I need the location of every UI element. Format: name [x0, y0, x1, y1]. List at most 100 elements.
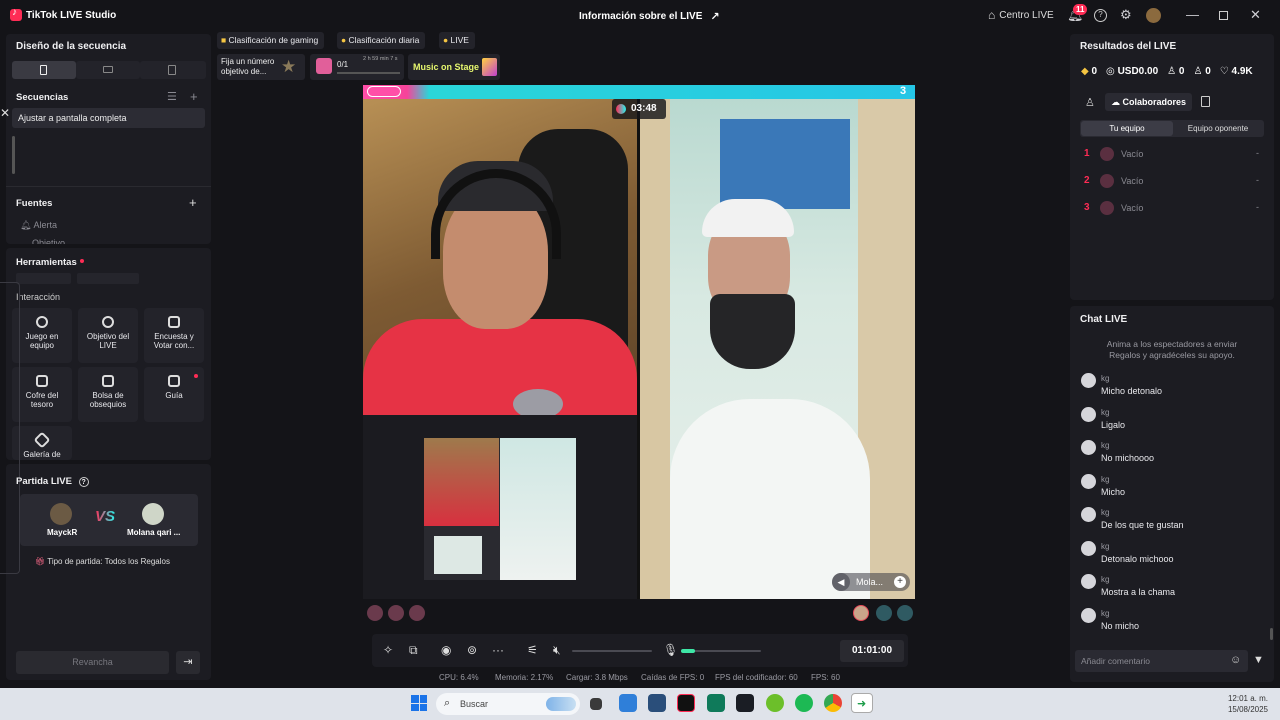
microphone-icon[interactable]: 🎙︎	[663, 643, 678, 657]
photos-icon[interactable]	[619, 694, 637, 712]
chat-message[interactable]: kg De los que te gustan	[1081, 506, 1261, 536]
portrait-icon	[40, 65, 47, 75]
supporter-slot[interactable]	[409, 605, 425, 621]
encoder-fps-stat: FPS del codificador: 60	[715, 673, 798, 682]
team-game-tool[interactable]: Juego en equipo	[12, 308, 72, 363]
spotify-icon[interactable]	[795, 694, 813, 712]
supporter-slot[interactable]	[897, 605, 913, 621]
add-source-icon[interactable]: +	[189, 195, 197, 210]
help-icon[interactable]: ?	[78, 477, 89, 487]
split-layout-button[interactable]	[140, 61, 206, 79]
live-preview[interactable]: 3 Mola... + ◀ 03:48	[363, 85, 915, 599]
chat-scrollbar[interactable]	[1270, 628, 1273, 640]
supporter-slot[interactable]	[388, 605, 404, 621]
gallery-tool[interactable]: Galería de	[12, 426, 72, 460]
chat-message[interactable]: kg No micho	[1081, 607, 1261, 637]
tab-my-team[interactable]: Tu equipo	[1081, 121, 1173, 136]
supporter-slot[interactable]	[367, 605, 383, 621]
opponent-label: Mola...	[856, 577, 884, 587]
speaker-muted-icon[interactable]: 🔇︎	[553, 643, 561, 658]
filter-icon[interactable]: ▼	[1253, 654, 1264, 666]
collaborators-tab[interactable]: ☁ Colaboradores	[1105, 93, 1193, 111]
add-icon[interactable]: +	[894, 576, 906, 588]
vs-label: VS	[95, 508, 115, 525]
supporter-avatar[interactable]	[853, 605, 869, 621]
emoji-icon[interactable]: ☺	[1230, 654, 1241, 666]
clock[interactable]: 12:01 a. m. 15/08/2025	[1210, 693, 1268, 715]
daily-rank-tag[interactable]: ● Clasificación diaria	[337, 32, 426, 49]
user-plus-icon: ♙	[1193, 66, 1203, 77]
guide-tool[interactable]: Guía	[144, 367, 204, 422]
active-app-icon[interactable]: ➜	[851, 693, 873, 713]
steam-icon[interactable]	[736, 694, 754, 712]
gift-bag-tool[interactable]: Bolsa de obsequios	[78, 367, 138, 422]
chat-username: kg	[1101, 541, 1110, 551]
chat-message[interactable]: kg Micho detonalo	[1081, 372, 1261, 402]
team-slot-row[interactable]: 3 Vacío -	[1080, 201, 1264, 217]
goal-text: Fija un número	[221, 57, 275, 66]
gaming-rank-tag[interactable]: ■ Clasificación de gaming	[217, 32, 325, 49]
document-icon[interactable]	[1201, 96, 1210, 107]
speaker-volume-slider[interactable]	[572, 650, 652, 652]
team-slot-row[interactable]: 1 Vacío -	[1080, 147, 1264, 163]
avatar[interactable]	[1146, 8, 1161, 23]
tiktok-icon[interactable]	[677, 694, 695, 712]
goal-widget[interactable]: Fija un número objetivo de... ★	[217, 54, 305, 80]
taskbar-search[interactable]: ⌕ Buscar	[436, 693, 580, 715]
people-icon[interactable]: ♙	[1085, 96, 1095, 109]
mic-volume-slider[interactable]	[681, 649, 761, 653]
volume-icon[interactable]: ◀	[832, 573, 850, 591]
target-icon	[102, 316, 114, 328]
daily-rank-label: Clasificación diaria	[348, 35, 420, 45]
exit-match-icon[interactable]: ⇥	[176, 651, 200, 674]
team-slot-row[interactable]: 2 Vacío -	[1080, 174, 1264, 190]
task-view-icon[interactable]	[590, 698, 602, 710]
maximize-icon[interactable]	[1219, 11, 1228, 20]
centro-live-button[interactable]: ⌂ Centro LIVE	[988, 8, 1054, 22]
chat-message[interactable]: kg Micho	[1081, 473, 1261, 503]
poll-tool[interactable]: Encuesta y Votar con...	[144, 308, 204, 363]
windows-start-icon[interactable]	[411, 695, 427, 711]
gear-icon[interactable]: ⚙	[1120, 8, 1132, 22]
app-icon[interactable]	[766, 694, 784, 712]
live-tag[interactable]: ● LIVE	[439, 32, 475, 49]
tool-label: Guía	[165, 391, 183, 400]
chat-message[interactable]: kg Ligalo	[1081, 406, 1261, 436]
list-icon[interactable]: ☰	[167, 90, 177, 103]
live-goal-tool[interactable]: Objetivo del LIVE	[78, 308, 138, 363]
magic-wand-icon[interactable]: ✧	[383, 643, 393, 657]
rematch-button[interactable]: Revancha	[16, 651, 169, 674]
chat-message[interactable]: kg Mostra a la chama	[1081, 573, 1261, 603]
help-icon[interactable]: ?	[1094, 9, 1107, 22]
centro-live-label: Centro LIVE	[999, 9, 1054, 21]
close-overlay-icon[interactable]: ✕	[0, 106, 10, 120]
likes-stat: ♡ 4.9K	[1220, 66, 1253, 77]
sequence-item[interactable]: Ajustar a pantalla completa	[12, 108, 205, 128]
record-icon[interactable]: ◉	[441, 643, 451, 657]
chrome-icon[interactable]	[824, 694, 842, 712]
source-item-alert[interactable]: 🔔︎ Alerta	[20, 220, 57, 231]
minimize-icon[interactable]: —	[1186, 8, 1199, 22]
tab-opponent-team[interactable]: Equipo oponente	[1173, 121, 1263, 136]
portrait-layout-button[interactable]	[12, 61, 76, 79]
supporter-slot[interactable]	[876, 605, 892, 621]
file-explorer-icon[interactable]	[648, 694, 666, 712]
more-icon[interactable]: ···	[492, 643, 504, 657]
music-on-stage-button[interactable]: Music on Stage	[408, 54, 500, 80]
camera-switch-icon[interactable]: ⊚	[467, 643, 477, 657]
add-sequence-icon[interactable]: +	[190, 89, 198, 104]
scrollbar[interactable]	[12, 136, 15, 174]
treasure-chest-tool[interactable]: Cofre del tesoro	[12, 367, 72, 422]
live-info-button[interactable]: Información sobre el LIVE ↗	[579, 10, 720, 23]
scene-edit-icon[interactable]: ⧉	[409, 643, 418, 658]
settings-sliders-icon[interactable]: ⚟	[527, 643, 538, 657]
gift-goal-widget[interactable]: 0/1 2 h 59 min 7 s	[310, 54, 404, 80]
avatar	[1081, 473, 1096, 489]
comment-input[interactable]: Añadir comentario ☺	[1075, 650, 1248, 672]
landscape-layout-button[interactable]	[76, 61, 140, 79]
chat-message[interactable]: kg No michoooo	[1081, 439, 1261, 469]
app-icon[interactable]	[707, 694, 725, 712]
close-icon[interactable]: ✕	[1250, 8, 1261, 22]
side-drawer[interactable]	[0, 282, 20, 574]
chat-message[interactable]: kg Detonalo michooo	[1081, 540, 1261, 570]
